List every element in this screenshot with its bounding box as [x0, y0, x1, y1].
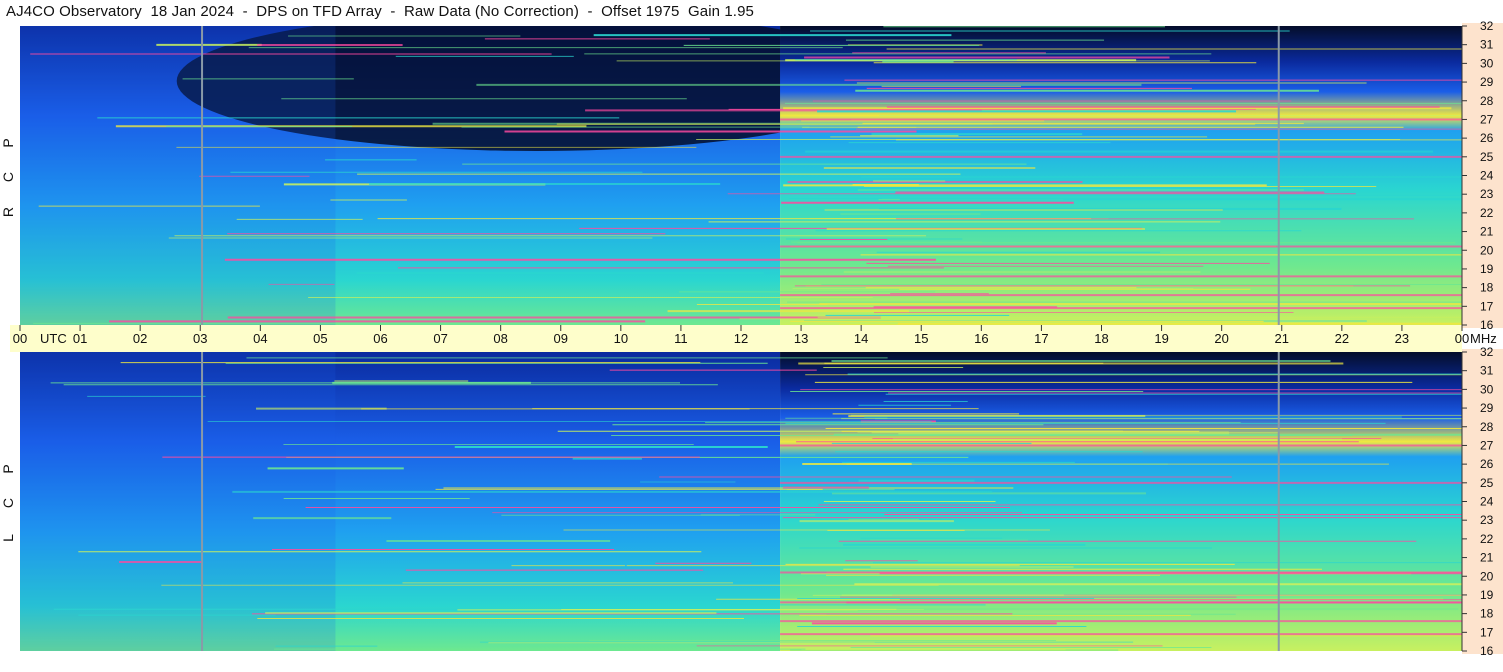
frequency-tick-label: 32 — [1480, 19, 1494, 33]
time-tick-label: 03 — [193, 331, 207, 346]
polarization-letter: C — [0, 498, 16, 508]
polarization-label: R C P — [0, 138, 16, 217]
time-tick-label: 10 — [614, 331, 628, 346]
frequency-tick-label: 20 — [1480, 243, 1494, 257]
polarization-letter: R — [0, 207, 16, 217]
frequency-tick-label: 30 — [1480, 382, 1494, 396]
frequency-tick-label: 19 — [1480, 262, 1494, 276]
frequency-tick-label: 31 — [1480, 364, 1494, 378]
time-tick-label: 13 — [794, 331, 808, 346]
frequency-tick-label: 19 — [1480, 588, 1494, 602]
time-tick-label: 09 — [554, 331, 568, 346]
frequency-tick-label: 25 — [1480, 476, 1494, 490]
frequency-tick-label: 21 — [1480, 225, 1494, 239]
time-tick-label: 22 — [1335, 331, 1349, 346]
time-tick-label: 17 — [1034, 331, 1048, 346]
time-tick-label: 19 — [1154, 331, 1168, 346]
frequency-tick-label: 24 — [1480, 495, 1494, 509]
time-tick-label: 21 — [1275, 331, 1289, 346]
frequency-tick-label: 22 — [1480, 206, 1494, 220]
time-tick-label: 23 — [1395, 331, 1409, 346]
frequency-tick-label: 20 — [1480, 569, 1494, 583]
frequency-tick-label: 26 — [1480, 457, 1494, 471]
time-axis-unit: UTC — [40, 331, 67, 346]
time-tick-label: 15 — [914, 331, 928, 346]
time-tick-label: 11 — [674, 331, 688, 346]
time-tick-label: 00 — [13, 331, 27, 346]
frequency-tick-label: 29 — [1480, 401, 1494, 415]
early-band — [20, 26, 336, 325]
frequency-tick-label: 17 — [1480, 625, 1494, 639]
frequency-tick-label: 23 — [1480, 187, 1494, 201]
time-tick-label: 01 — [73, 331, 87, 346]
spectrogram-chart: R C P L C P 32 31 30 29 28 27 26 25 24 23 22 21 20 19 18 17 1… — [0, 19, 1503, 658]
frequency-tick-label: 17 — [1480, 299, 1494, 313]
time-tick-label: 07 — [433, 331, 447, 346]
time-tick-label: 02 — [133, 331, 147, 346]
frequency-tick-label: 18 — [1480, 607, 1494, 621]
time-tick-label: 00 — [1455, 331, 1469, 346]
frequency-tick-label: 26 — [1480, 131, 1494, 145]
frequency-axis-unit: MHz — [1470, 331, 1497, 346]
frequency-tick-label: 32 — [1480, 345, 1494, 359]
polarization-letter: L — [0, 534, 16, 542]
polarization-letter: C — [0, 172, 16, 182]
time-tick-label: 06 — [373, 331, 387, 346]
time-tick-label: 16 — [974, 331, 988, 346]
polarization-letter: P — [0, 464, 16, 473]
spectrogram-panel-lcp — [20, 352, 1462, 651]
frequency-tick-label: 24 — [1480, 169, 1494, 183]
frequency-tick-label: 18 — [1480, 281, 1494, 295]
frequency-tick-label: 27 — [1480, 112, 1494, 126]
time-tick-label: 20 — [1214, 331, 1228, 346]
polarization-letter: P — [0, 138, 16, 147]
frequency-tick-label: 28 — [1480, 94, 1494, 108]
frequency-tick-label: 31 — [1480, 38, 1494, 52]
frequency-tick-label: 16 — [1480, 644, 1494, 658]
time-tick-label: 04 — [253, 331, 267, 346]
time-tick-label: 12 — [734, 331, 748, 346]
frequency-tick-label: 30 — [1480, 56, 1494, 70]
frequency-tick-label: 23 — [1480, 513, 1494, 527]
time-tick-label: 18 — [1094, 331, 1108, 346]
time-tick-label: 08 — [493, 331, 507, 346]
time-tick-label: 14 — [854, 331, 868, 346]
frequency-tick-label: 21 — [1480, 551, 1494, 565]
activity-background — [780, 26, 1462, 325]
frequency-tick-label: 16 — [1480, 318, 1494, 332]
frequency-tick-label: 29 — [1480, 75, 1494, 89]
frequency-tick-label: 22 — [1480, 532, 1494, 546]
spectrogram-panel-rcp — [20, 26, 1462, 325]
frequency-tick-label: 25 — [1480, 150, 1494, 164]
polarization-label: L C P — [0, 464, 16, 542]
frequency-tick-label: 28 — [1480, 420, 1494, 434]
frequency-tick-label: 27 — [1480, 438, 1494, 452]
time-tick-label: 05 — [313, 331, 327, 346]
